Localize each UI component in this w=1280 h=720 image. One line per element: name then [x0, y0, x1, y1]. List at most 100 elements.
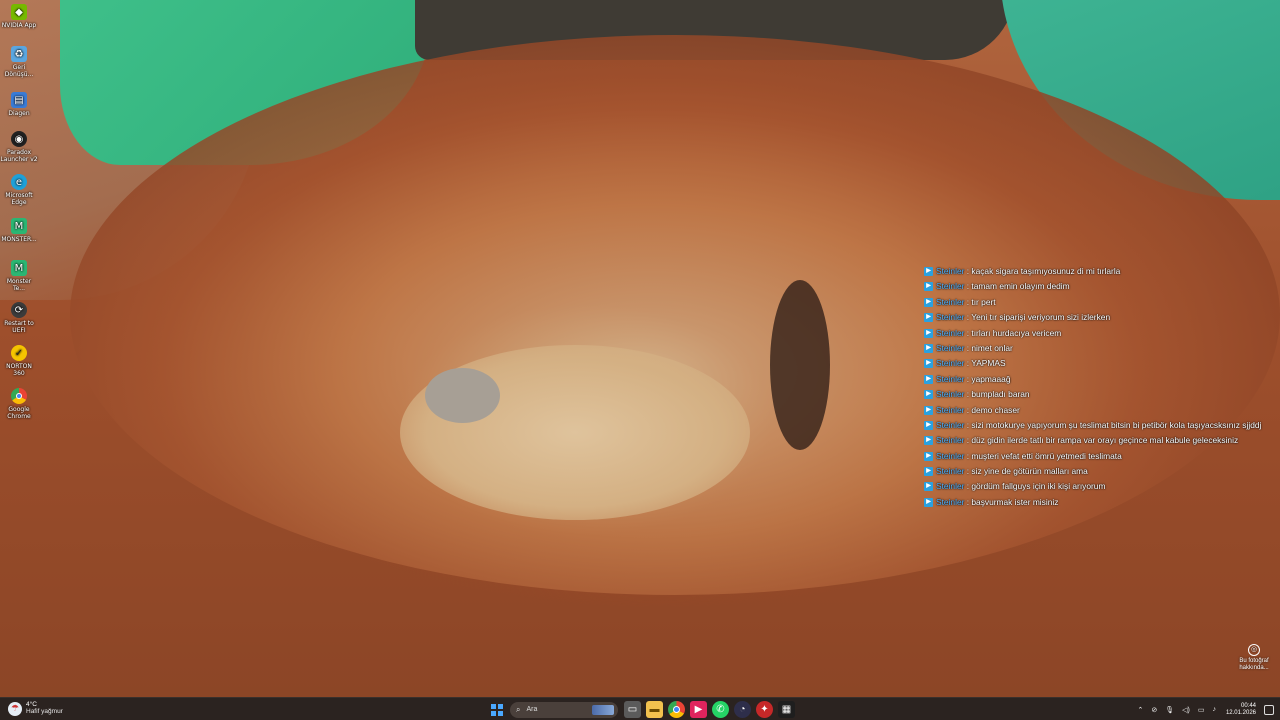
desktop-icon-edge[interactable]: e Microsoft Edge [0, 174, 38, 206]
twitch-icon: ▶ [924, 297, 933, 307]
chat-separator: : [966, 419, 970, 430]
desktop-icon-chrome[interactable]: Google Chrome [0, 388, 38, 420]
chat-username: Steinler [936, 496, 965, 507]
file-explorer-icon[interactable]: ▬ [646, 701, 663, 718]
chrome-icon [11, 388, 27, 404]
microphone-icon[interactable]: 🎙 [1165, 706, 1174, 714]
chat-message: ▶ Steinler : tamam emin olayım dedim [924, 281, 1264, 292]
media-player-icon[interactable]: ▶ [690, 701, 707, 718]
search-icon: ⌕ [516, 704, 521, 714]
search-placeholder: Ara [526, 706, 538, 713]
chat-message: ▶ Steinler : muşteri vefat etti ömrü yetm… [924, 451, 1264, 462]
desktop-icon-monster[interactable]: M MONSTER... [0, 218, 38, 243]
chat-username: Steinler [936, 342, 965, 353]
desktop-icon-nvidia[interactable]: ◆ NVIDIA App [0, 4, 38, 29]
chrome-taskbar-icon[interactable] [668, 701, 685, 718]
chat-username: Steinler [936, 389, 965, 400]
chat-username: Steinler [936, 312, 965, 323]
twitch-icon: ▶ [924, 282, 933, 292]
monster-icon: M [11, 218, 27, 234]
twitch-icon: ▶ [924, 390, 933, 400]
chat-message: ▶ Steinler : başvurmak ister misiniz [924, 497, 1264, 508]
start-button[interactable] [488, 701, 505, 718]
crater-shadow [770, 280, 830, 450]
desktop-icon-monster-tech[interactable]: M Monster Te... [0, 260, 38, 292]
chat-message: ▶ Steinler : Yeni tır siparişi veriyorum … [924, 312, 1264, 323]
chat-text: bumpladı baran [971, 389, 1030, 400]
desktop-icon-paradox[interactable]: ◉ Paradox Launcher v2 [0, 131, 38, 163]
desktop-icon-norton[interactable]: ✓ NORTON 360 [0, 345, 38, 377]
chat-message: ▶ Steinler : nimet onlar [924, 343, 1264, 354]
photo-info-button[interactable]: ◎ Bu fotoğraf hakkında... [1236, 644, 1272, 672]
twitch-icon: ▶ [924, 313, 933, 323]
chat-username: Steinler [936, 296, 965, 307]
chat-separator: : [966, 481, 970, 492]
volume-icon[interactable]: ◁) [1182, 706, 1190, 714]
obs-icon[interactable]: ◔ [734, 701, 751, 718]
clock[interactable]: 00:44 12.01.2026 [1226, 703, 1256, 717]
chat-separator: : [966, 358, 970, 369]
weather-widget[interactable]: ☂ 4°C Hafif yağmur [8, 701, 63, 716]
edge-icon: e [11, 174, 27, 190]
chevron-up-icon[interactable]: ⌃ [1137, 706, 1143, 714]
crater-pond [425, 368, 500, 423]
monitor-icon[interactable]: ▭ [1198, 706, 1205, 714]
chat-separator: : [966, 466, 970, 477]
twitch-icon: ▶ [924, 267, 933, 276]
speaker-icon[interactable]: ♪ [1212, 706, 1216, 713]
task-view-icon[interactable]: ▭ [624, 701, 641, 718]
desktop-icon-label: NORTON 360 [6, 363, 32, 377]
chat-text: kaçak sigara taşımıyosunuz di mi tırlarl… [971, 266, 1121, 276]
chat-text: siz yine de götürün malları ama [971, 466, 1088, 477]
twitch-icon: ▶ [924, 451, 933, 461]
chat-separator: : [966, 404, 970, 415]
weather-condition: Hafif yağmur [26, 708, 63, 715]
terminal-icon[interactable]: ▦ [778, 701, 795, 718]
chat-text: başvurmak ister misiniz [971, 496, 1059, 507]
chat-username: Steinler [936, 466, 965, 477]
chat-message: ▶ Steinler : tır pert [924, 297, 1264, 308]
chat-text: düz gidin ilerde tatlı bir rampa var ora… [971, 435, 1239, 446]
chat-message: ▶ Steinler : sizi motokurye yapıyorum şu … [924, 420, 1264, 431]
whatsapp-icon[interactable]: ✆ [712, 701, 729, 718]
desktop-icon-label: Paradox Launcher v2 [0, 149, 38, 163]
desktop-icon-label: Monster Te... [6, 278, 32, 292]
taskbar-center: ⌕ Ara ▭ ▬ ▶ ✆ ◔ ✦ ▦ [488, 701, 800, 718]
chat-message: ▶ Steinler : gördüm fallguys için iki kiş… [924, 481, 1264, 492]
desktop-icon-label: Google Chrome [7, 406, 31, 420]
desktop-icon-recycle-bin[interactable]: ♻ Geri Dönüşü... [0, 46, 38, 78]
twitch-icon: ▶ [924, 497, 933, 507]
desktop-icon-label: MONSTER... [1, 236, 37, 243]
chat-text: tamam emin olayım dedim [971, 281, 1070, 292]
chat-text: nimet onlar [971, 342, 1013, 353]
windows-icon [490, 703, 503, 716]
chat-separator: : [966, 389, 970, 400]
chat-text: Yeni tır siparişi veriyorum sizi izlerke… [971, 312, 1111, 323]
search-highlight-thumb [592, 704, 614, 715]
desktop-icon-uefi[interactable]: ⟳ Restart to UEFI [0, 302, 38, 334]
chat-text: muşteri vefat etti ömrü yetmedi teslimat… [971, 450, 1122, 461]
chat-separator: : [966, 312, 970, 323]
chat-message: ▶ Steinler : kaçak sigara taşımıyosunuz d… [924, 266, 1264, 277]
desktop-icon-diagen[interactable]: ▤ Diagen [0, 92, 38, 117]
chat-separator: : [966, 435, 970, 446]
network-off-icon[interactable]: ⊘ [1151, 706, 1157, 714]
notification-icon[interactable] [1264, 704, 1274, 715]
twitch-icon: ▶ [924, 328, 933, 338]
chat-username: Steinler [936, 404, 965, 415]
chat-overlay: ▶ Steinler : kaçak sigara taşımıyosunuz d… [924, 266, 1264, 512]
weather-rain-icon: ☂ [8, 701, 22, 716]
chat-separator: : [966, 281, 970, 292]
chat-username: Steinler [936, 450, 965, 461]
taskbar-search[interactable]: ⌕ Ara [510, 701, 618, 718]
chat-text: sizi motokurye yapıyorum şu teslimat bit… [971, 419, 1262, 430]
twitch-icon: ▶ [924, 405, 933, 415]
chat-separator: : [966, 373, 970, 384]
vpn-icon[interactable]: ✦ [756, 701, 773, 718]
chat-text: YAPMAS [971, 358, 1006, 369]
chat-username: Steinler [936, 266, 965, 276]
twitch-icon: ▶ [924, 343, 933, 353]
photo-info-label: Bu fotoğraf hakkında... [1239, 658, 1269, 671]
chat-separator: : [966, 450, 970, 461]
diagen-icon: ▤ [11, 92, 27, 108]
